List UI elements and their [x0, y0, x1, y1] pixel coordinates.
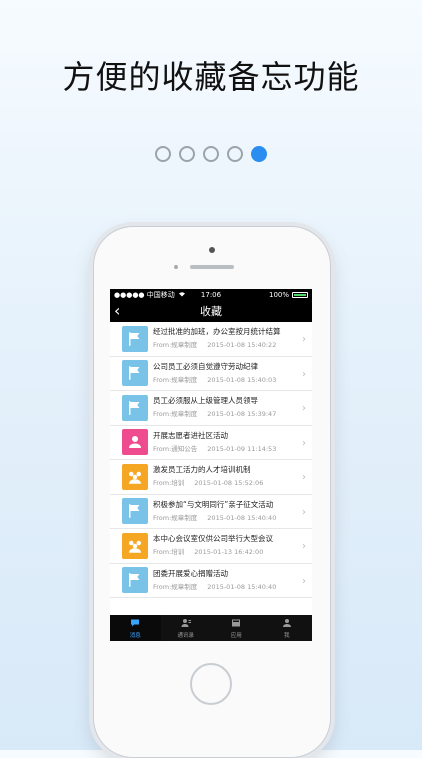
page-indicator[interactable]: [0, 146, 422, 162]
chevron-right-icon: ›: [302, 506, 306, 518]
tab-bar: 消息 通讯录 应用 我: [110, 615, 312, 641]
speaker-grill: [190, 265, 234, 269]
battery-icon: [292, 291, 308, 298]
page-dot-3[interactable]: [203, 146, 219, 162]
item-time: 2015-01-08 15:40:40: [207, 513, 277, 522]
user-icon: [281, 617, 293, 631]
item-time: 2015-01-13 16:42:00: [194, 548, 264, 557]
item-time: 2015-01-08 15:40:22: [207, 341, 277, 350]
item-source: From:规章制度: [153, 410, 198, 419]
tab-me[interactable]: 我: [262, 615, 313, 641]
home-button[interactable]: [190, 663, 232, 705]
page-dot-2[interactable]: [179, 146, 195, 162]
tab-label: 应用: [230, 633, 242, 639]
item-time: 2015-01-08 15:40:40: [207, 582, 277, 591]
nav-bar: ‹ 收藏: [110, 300, 312, 322]
item-title: 开展志愿者进社区活动: [153, 430, 228, 440]
item-source: From:规章制度: [153, 341, 198, 350]
camera-icon: [209, 247, 215, 253]
item-source: From:培训: [153, 479, 185, 488]
item-title: 团委开展爱心捐赠活动: [153, 568, 228, 578]
carrier-text: ●●●●● 中国移动: [114, 290, 175, 299]
item-time: 2015-01-09 11:14:53: [207, 444, 277, 453]
page-dot-4[interactable]: [227, 146, 243, 162]
battery-percent: 100%: [268, 290, 289, 299]
flag-icon: [122, 498, 148, 525]
flag-icon: [122, 567, 148, 594]
item-title: 公司员工必须自觉遵守劳动纪律: [153, 361, 258, 371]
wifi-icon: [178, 291, 186, 299]
sensor-icon: [174, 265, 178, 269]
favorites-list[interactable]: 经过批准的加班，办公室按月统计结算 From:规章制度 2015-01-08 15…: [110, 322, 312, 615]
chevron-right-icon: ›: [302, 334, 306, 345]
item-source: From:通知公告: [153, 444, 198, 453]
tab-contacts[interactable]: 通讯录: [161, 615, 212, 641]
item-time: 2015-01-08 15:39:47: [207, 410, 277, 419]
item-source: From:培训: [153, 548, 185, 557]
tab-apps[interactable]: 应用: [211, 615, 262, 641]
contacts-icon: [180, 617, 192, 631]
chevron-right-icon: ›: [302, 368, 306, 380]
tab-label: 通讯录: [177, 633, 194, 639]
list-item[interactable]: 团委开展爱心捐赠活动 From:规章制度 2015-01-08 15:40:40 …: [110, 564, 312, 598]
list-item[interactable]: 本中心会议室仅供公司举行大型会议 From:培训 2015-01-13 16:42…: [110, 529, 312, 564]
list-item[interactable]: 员工必须服从上级管理人员领导 From:规章制度 2015-01-08 15:39…: [110, 391, 312, 426]
headline: 方便的收藏备忘功能: [62, 58, 360, 96]
item-title: 本中心会议室仅供公司举行大型会议: [153, 534, 273, 544]
tab-label: 消息: [129, 633, 141, 639]
chevron-right-icon: ›: [302, 575, 306, 587]
page-dot-1[interactable]: [155, 146, 171, 162]
list-item[interactable]: 积极参加“与文明同行”亲子征文活动 From:规章制度 2015-01-08 15…: [110, 495, 312, 529]
item-time: 2015-01-08 15:40:03: [207, 375, 277, 384]
item-title: 积极参加“与文明同行”亲子征文活动: [153, 499, 274, 509]
list-item[interactable]: 经过批准的加班，办公室按月统计结算 From:规章制度 2015-01-08 15…: [110, 322, 312, 357]
group-icon: [122, 463, 148, 490]
item-source: From:规章制度: [153, 375, 198, 384]
tab-label: 我: [283, 633, 290, 639]
list-item[interactable]: 激发员工活力的人才培训机制 From:培训 2015-01-08 15:52:06…: [110, 460, 312, 495]
chevron-right-icon: ›: [302, 541, 306, 552]
item-title: 经过批准的加班，办公室按月统计结算: [153, 327, 281, 337]
person-icon: [122, 429, 148, 456]
tab-messages[interactable]: 消息: [110, 615, 161, 641]
group-icon: [122, 532, 148, 559]
flag-icon: [122, 394, 148, 421]
item-source: From:规章制度: [153, 513, 198, 522]
chevron-right-icon: ›: [302, 403, 306, 414]
list-item[interactable]: 开展志愿者进社区活动 From:通知公告 2015-01-09 11:14:53 …: [110, 426, 312, 460]
item-title: 激发员工活力的人才培训机制: [153, 465, 251, 475]
flag-icon: [122, 360, 148, 387]
back-button[interactable]: ‹: [114, 302, 120, 320]
status-bar: ●●●●● 中国移动 17:06 100%: [110, 289, 312, 300]
flag-icon: [122, 325, 148, 352]
item-title: 员工必须服从上级管理人员领导: [153, 396, 258, 406]
chat-icon: [129, 617, 141, 631]
list-item[interactable]: 公司员工必须自觉遵守劳动纪律 From:规章制度 2015-01-08 15:40…: [110, 357, 312, 391]
chevron-right-icon: ›: [302, 437, 306, 449]
chevron-right-icon: ›: [302, 472, 306, 483]
item-source: From:规章制度: [153, 582, 198, 591]
phone-frame: ●●●●● 中国移动 17:06 100% ‹ 收藏 经过批准的加班，办公室按月…: [93, 226, 331, 758]
page-dot-5[interactable]: [251, 146, 267, 162]
phone-screen: ●●●●● 中国移动 17:06 100% ‹ 收藏 经过批准的加班，办公室按月…: [110, 289, 312, 641]
app-icon: [230, 617, 242, 631]
page-title: 收藏: [200, 305, 222, 318]
item-time: 2015-01-08 15:52:06: [194, 479, 264, 488]
